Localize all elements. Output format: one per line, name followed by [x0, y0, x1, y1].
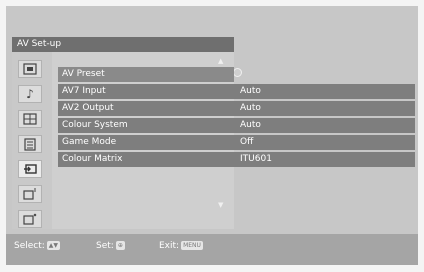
menu-item-label: Colour System [62, 120, 128, 130]
menu-item-av2-output[interactable]: AV2 Output Auto [58, 101, 415, 116]
menu-item-value: Auto [240, 86, 261, 96]
screen-icon [23, 113, 37, 125]
menu-item-label: AV Preset [62, 69, 105, 79]
category-features[interactable] [18, 135, 42, 153]
pc-settings-icon [23, 188, 36, 200]
footer-select: Select: ▲▼ [14, 241, 61, 251]
footer-set: Set: ⊕ [96, 241, 125, 251]
menu-item-label: AV2 Output [62, 103, 114, 113]
picture-icon [23, 63, 37, 75]
exit-label: Exit: [159, 241, 180, 251]
menu-item-value: Auto [240, 120, 261, 130]
sound-icon: ♪ [26, 87, 34, 101]
av-setup-icon [24, 164, 37, 174]
footer-exit: Exit: MENU [159, 241, 203, 251]
menu-item-label: Colour Matrix [62, 154, 123, 164]
enter-key-icon: ⊕ [115, 241, 125, 250]
help-footer: Select: ▲▼ Set: ⊕ Exit: MENU [6, 234, 418, 265]
menu-key: MENU [181, 241, 203, 250]
category-av-setup[interactable] [18, 160, 42, 178]
scroll-down-arrow-icon[interactable]: ▼ [218, 201, 223, 209]
menu-item-label: AV7 Input [62, 86, 106, 96]
menu-title-bar: AV Set-up [12, 37, 234, 52]
menu-item-value: Auto [240, 103, 261, 113]
category-setup[interactable] [18, 210, 42, 228]
menu-title: AV Set-up [17, 39, 62, 49]
menu-item-value: ITU601 [240, 154, 272, 164]
scroll-up-arrow-icon[interactable]: ▲ [218, 57, 223, 65]
category-sound[interactable]: ♪ [18, 85, 42, 103]
setup-icon [23, 213, 37, 225]
menu-item-colour-matrix[interactable]: Colour Matrix ITU601 [58, 152, 415, 167]
menu-item-label: Game Mode [62, 137, 117, 147]
menu-item-game-mode[interactable]: Game Mode Off [58, 135, 415, 150]
category-picture[interactable] [18, 60, 42, 78]
menu-item-colour-system[interactable]: Colour System Auto [58, 118, 415, 133]
up-down-key-icon: ▲▼ [46, 241, 61, 250]
category-screen[interactable] [18, 110, 42, 128]
select-label: Select: [14, 241, 45, 251]
selection-indicator-icon [233, 68, 242, 77]
set-label: Set: [96, 241, 114, 251]
menu-item-av-preset[interactable]: AV Preset [58, 67, 234, 82]
menu-item-value: Off [240, 137, 254, 147]
menu-item-av7-input[interactable]: AV7 Input Auto [58, 84, 415, 99]
features-icon [24, 138, 36, 151]
category-pc-settings[interactable] [18, 185, 42, 203]
